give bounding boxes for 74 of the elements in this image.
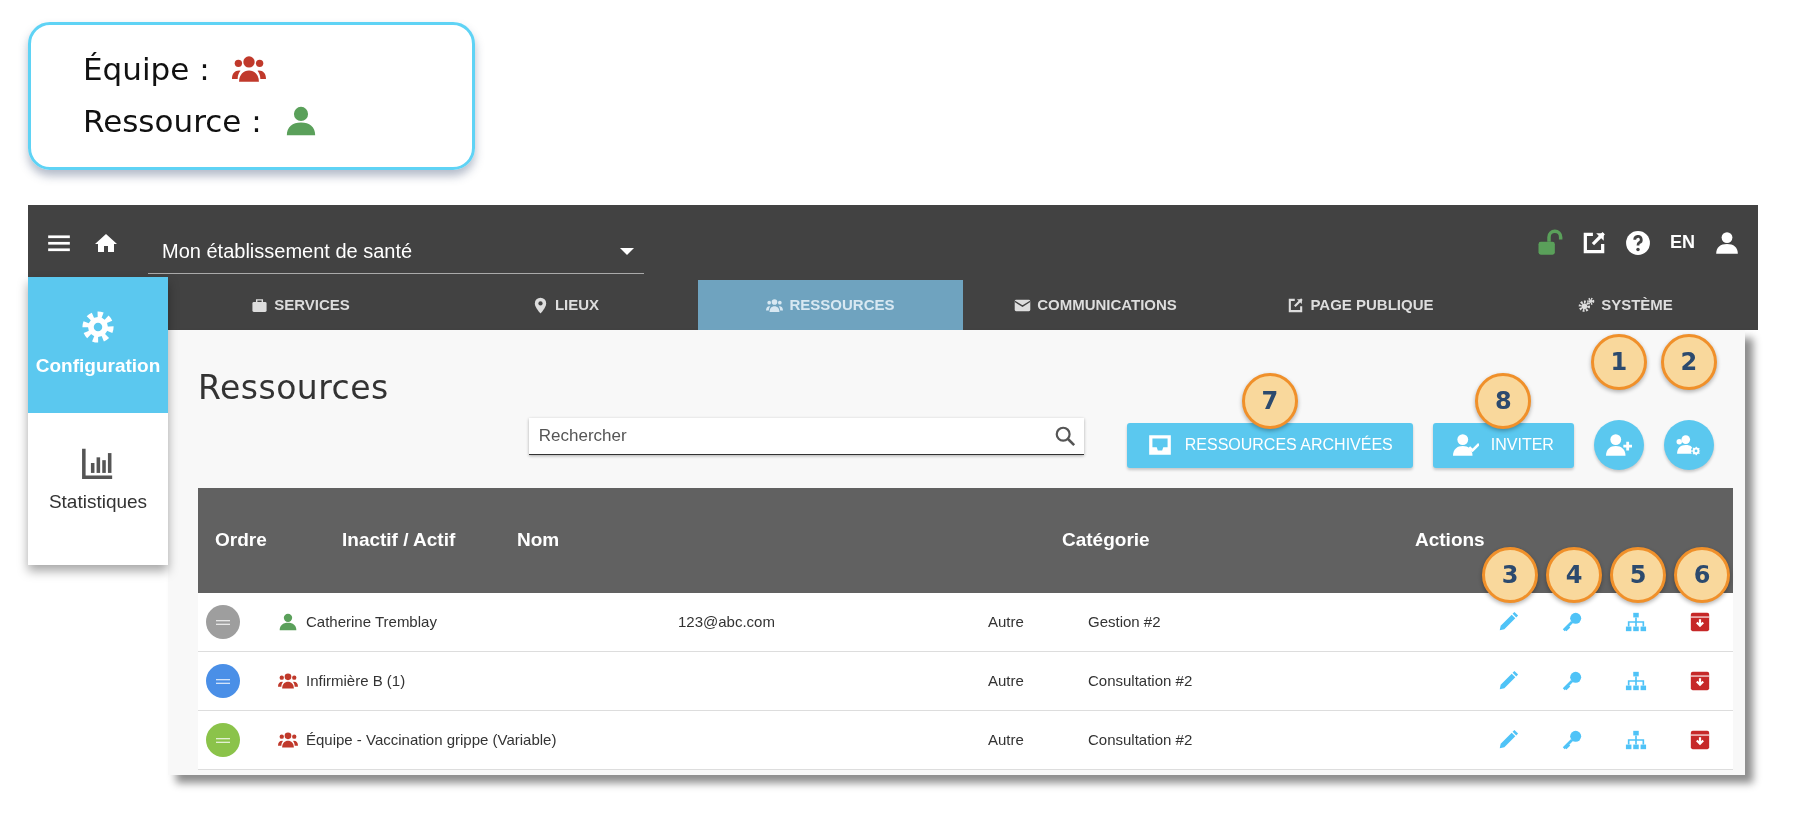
callout-number: 3 xyxy=(1482,547,1538,603)
category-text: Consultation #2 xyxy=(1088,730,1193,748)
callout-number: 6 xyxy=(1674,547,1730,603)
column-header: Nom xyxy=(517,529,560,551)
category-text: Gestion #2 xyxy=(1088,612,1161,630)
legend-label: Équipe : xyxy=(83,49,210,89)
nav-tab[interactable]: COMMUNICATIONS xyxy=(963,280,1228,330)
caret-icon xyxy=(620,247,634,255)
callout-number: 1 xyxy=(1590,334,1647,390)
key-icon[interactable] xyxy=(1561,729,1583,751)
group-icon xyxy=(278,671,298,691)
sidebar-item[interactable]: Statistiques xyxy=(28,413,168,549)
group-icon xyxy=(766,296,784,314)
external-link-icon xyxy=(1287,296,1305,314)
archive-box-icon[interactable] xyxy=(1689,670,1711,692)
external-link-icon[interactable] xyxy=(1581,229,1607,256)
callout-number: 8 xyxy=(1475,372,1532,429)
inbox-icon xyxy=(1146,432,1173,458)
settings-icon xyxy=(81,309,115,344)
archive-box-icon[interactable] xyxy=(1689,611,1711,633)
key-icon[interactable] xyxy=(1561,611,1583,633)
drag-lines-icon xyxy=(216,619,230,625)
order-handle[interactable] xyxy=(206,723,240,757)
table-cell: Autre xyxy=(988,612,1024,630)
edit-icon[interactable] xyxy=(1497,670,1519,692)
nav-tab[interactable]: PAGE PUBLIQUE xyxy=(1228,280,1493,330)
group-gear-icon xyxy=(1675,432,1702,458)
gears-icon xyxy=(1578,296,1596,314)
search-icon xyxy=(1053,425,1076,447)
hierarchy-icon[interactable] xyxy=(1625,670,1647,692)
column-header: Inactif / Actif xyxy=(342,529,456,551)
callout-number: 7 xyxy=(1241,372,1298,429)
table-cell: Autre xyxy=(988,671,1024,689)
nav-tab[interactable]: LIEUX xyxy=(433,280,698,330)
table-cell: Autre xyxy=(988,730,1024,748)
nav-tab[interactable]: SERVICES xyxy=(168,280,433,330)
hierarchy-icon[interactable] xyxy=(1625,729,1647,751)
person-icon xyxy=(278,612,298,632)
group-icon xyxy=(278,730,298,750)
edit-icon[interactable] xyxy=(1497,729,1519,751)
briefcase-icon xyxy=(251,296,269,314)
person-icon[interactable] xyxy=(1714,229,1740,256)
search-field[interactable]: Rechercher xyxy=(528,418,1084,455)
order-handle[interactable] xyxy=(206,605,240,639)
email-text: 123@abc.com xyxy=(678,612,775,630)
key-icon[interactable] xyxy=(1561,670,1583,692)
person-check-icon xyxy=(1452,432,1479,458)
nav-tab[interactable]: SYSTÈME xyxy=(1493,280,1758,330)
establishment-dropdown[interactable]: Mon établissement de santé xyxy=(148,229,644,274)
resource-name: Infirmière B (1) xyxy=(306,671,406,689)
archive-box-icon[interactable] xyxy=(1689,729,1711,751)
drag-lines-icon xyxy=(216,737,230,743)
callout-number: 2 xyxy=(1660,334,1717,390)
resource-name: Catherine Tremblay xyxy=(306,612,437,630)
order-handle[interactable] xyxy=(206,664,240,698)
add-person-icon xyxy=(1605,432,1632,458)
round-button[interactable] xyxy=(1663,420,1714,470)
column-header: Catégorie xyxy=(1062,529,1150,551)
column-header: Actions xyxy=(1415,529,1485,551)
search-input[interactable]: Rechercher xyxy=(536,422,1054,450)
callout-number: 4 xyxy=(1546,547,1602,603)
callout-number: 5 xyxy=(1610,547,1666,603)
resource-name: Équipe - Vaccination grippe (Variable) xyxy=(306,730,557,748)
establishment-name: Mon établissement de santé xyxy=(162,239,413,264)
drag-lines-icon xyxy=(216,678,230,684)
round-button[interactable] xyxy=(1593,420,1644,470)
column-header: Ordre xyxy=(215,529,267,551)
language-link[interactable]: EN xyxy=(1669,228,1696,257)
category-text: Consultation #2 xyxy=(1088,671,1193,689)
help-icon[interactable] xyxy=(1625,229,1651,256)
page-title: Ressources xyxy=(198,368,389,408)
hierarchy-icon[interactable] xyxy=(1625,611,1647,633)
edit-icon[interactable] xyxy=(1497,611,1519,633)
legend-label: Ressource : xyxy=(83,101,262,141)
